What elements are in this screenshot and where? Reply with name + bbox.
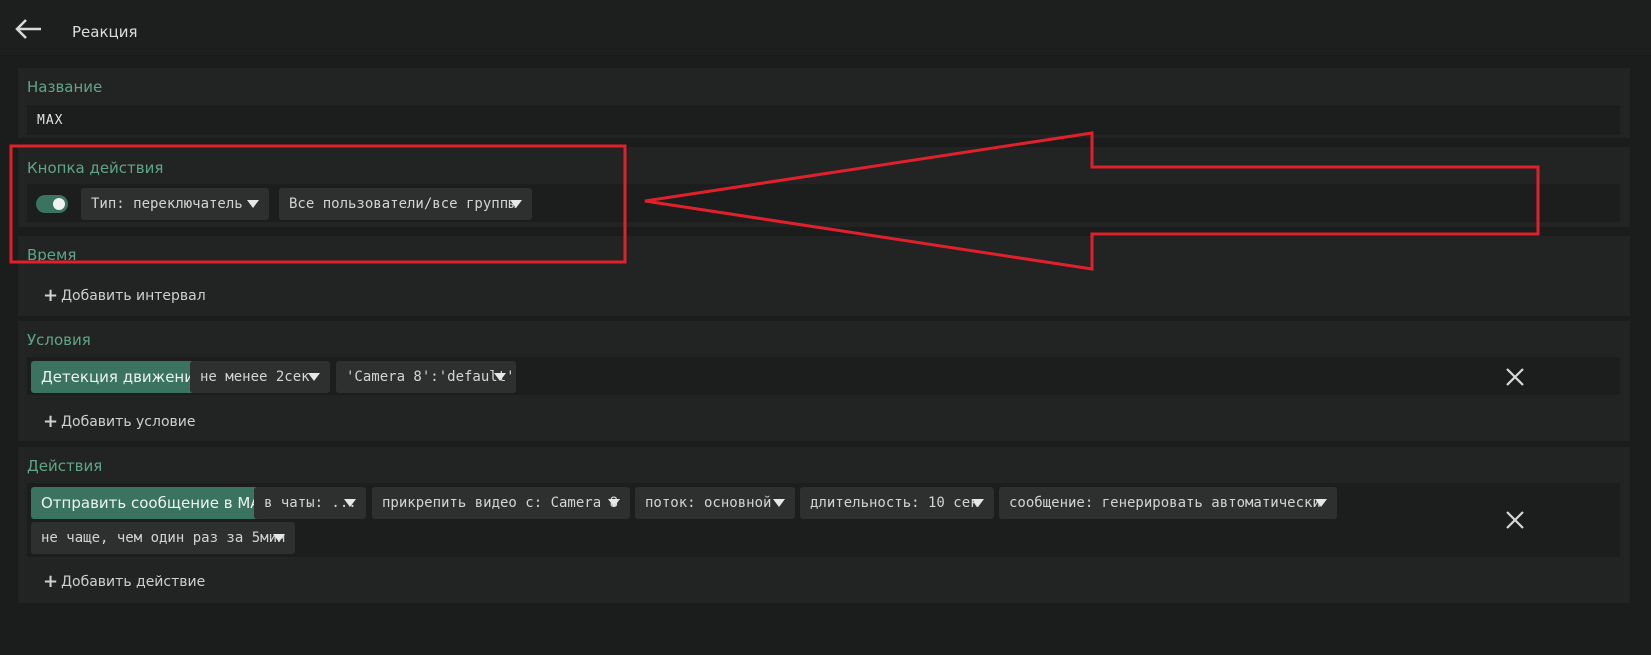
add-action-label: Добавить действие — [61, 574, 206, 590]
type-select-value: Тип: переключатель — [91, 196, 243, 212]
back-arrow-icon[interactable] — [14, 18, 44, 40]
chevron-down-icon — [510, 200, 522, 208]
action-frequency-select[interactable]: не чаще, чем один раз за 5мин — [31, 522, 295, 554]
condition-camera-select[interactable]: 'Camera 8':'default' — [336, 361, 516, 393]
action-stream-value: поток: основной — [645, 495, 772, 511]
remove-condition-close-icon[interactable] — [1504, 366, 1526, 388]
condition-camera-value: 'Camera 8':'default' — [346, 369, 515, 385]
add-condition-label: Добавить условие — [61, 414, 196, 430]
action-frequency-value: не чаще, чем один раз за 5мин — [41, 530, 286, 546]
action-attach-value: прикрепить видео с: Camera 8 — [382, 495, 619, 511]
name-section: Название — [18, 68, 1630, 138]
actions-label: Действия — [27, 457, 103, 475]
chevron-down-icon — [273, 534, 285, 542]
condition-duration-select[interactable]: не менее 2сек — [190, 361, 330, 393]
add-condition-button[interactable]: + Добавить условие — [43, 410, 196, 432]
chevron-down-icon — [773, 499, 785, 507]
action-stream-select[interactable]: поток: основной — [635, 487, 795, 519]
action-button-toggle[interactable] — [36, 195, 68, 213]
action-button-label: Кнопка действия — [27, 159, 164, 177]
actions-section: Действия Отправить сообщение в MAX в чат… — [18, 447, 1630, 603]
chevron-down-icon — [308, 373, 320, 381]
plus-icon: + — [43, 285, 59, 306]
action-message-select[interactable]: сообщение: генерировать автоматически — [999, 487, 1337, 519]
type-select[interactable]: Тип: переключатель — [81, 188, 269, 220]
chevron-down-icon — [972, 499, 984, 507]
chevron-down-icon — [494, 373, 506, 381]
action-type-chip[interactable]: Отправить сообщение в MAX — [31, 487, 281, 519]
add-interval-label: Добавить интервал — [61, 288, 206, 304]
condition-type-chip[interactable]: Детекция движения — [31, 361, 214, 393]
plus-icon: + — [43, 411, 59, 432]
conditions-section: Условия Детекция движения не менее 2сек … — [18, 321, 1630, 441]
add-action-button[interactable]: + Добавить действие — [43, 570, 206, 592]
action-duration-value: длительность: 10 сек — [810, 495, 979, 511]
time-section: Время + Добавить интервал — [18, 236, 1630, 316]
action-attach-video-select[interactable]: прикрепить видео с: Camera 8 — [372, 487, 630, 519]
action-duration-select[interactable]: длительность: 10 сек — [800, 487, 994, 519]
name-label: Название — [27, 78, 103, 96]
condition-duration-value: не менее 2сек — [200, 369, 310, 385]
action-chats-value: в чаты: ... — [264, 495, 357, 511]
toggle-knob — [53, 198, 65, 210]
action-chats-select[interactable]: в чаты: ... — [254, 487, 366, 519]
page-title: Реакция — [72, 23, 138, 41]
chevron-down-icon — [344, 499, 356, 507]
chevron-down-icon — [247, 200, 259, 208]
plus-icon: + — [43, 571, 59, 592]
remove-action-close-icon[interactable] — [1504, 509, 1526, 531]
add-interval-button[interactable]: + Добавить интервал — [43, 284, 206, 306]
action-button-section: Кнопка действия Тип: переключатель Все п… — [18, 147, 1630, 227]
time-label: Время — [27, 246, 77, 264]
conditions-label: Условия — [27, 331, 91, 349]
reaction-page: Реакция Название Кнопка действия Тип: пе… — [0, 0, 1651, 655]
chevron-down-icon — [1315, 499, 1327, 507]
action-message-value: сообщение: генерировать автоматически — [1009, 495, 1321, 511]
chevron-down-icon — [608, 499, 620, 507]
name-input[interactable] — [27, 105, 1620, 135]
users-select-value: Все пользователи/все группы — [289, 196, 517, 212]
header-bar: Реакция — [0, 0, 1651, 56]
users-select[interactable]: Все пользователи/все группы — [279, 188, 532, 220]
